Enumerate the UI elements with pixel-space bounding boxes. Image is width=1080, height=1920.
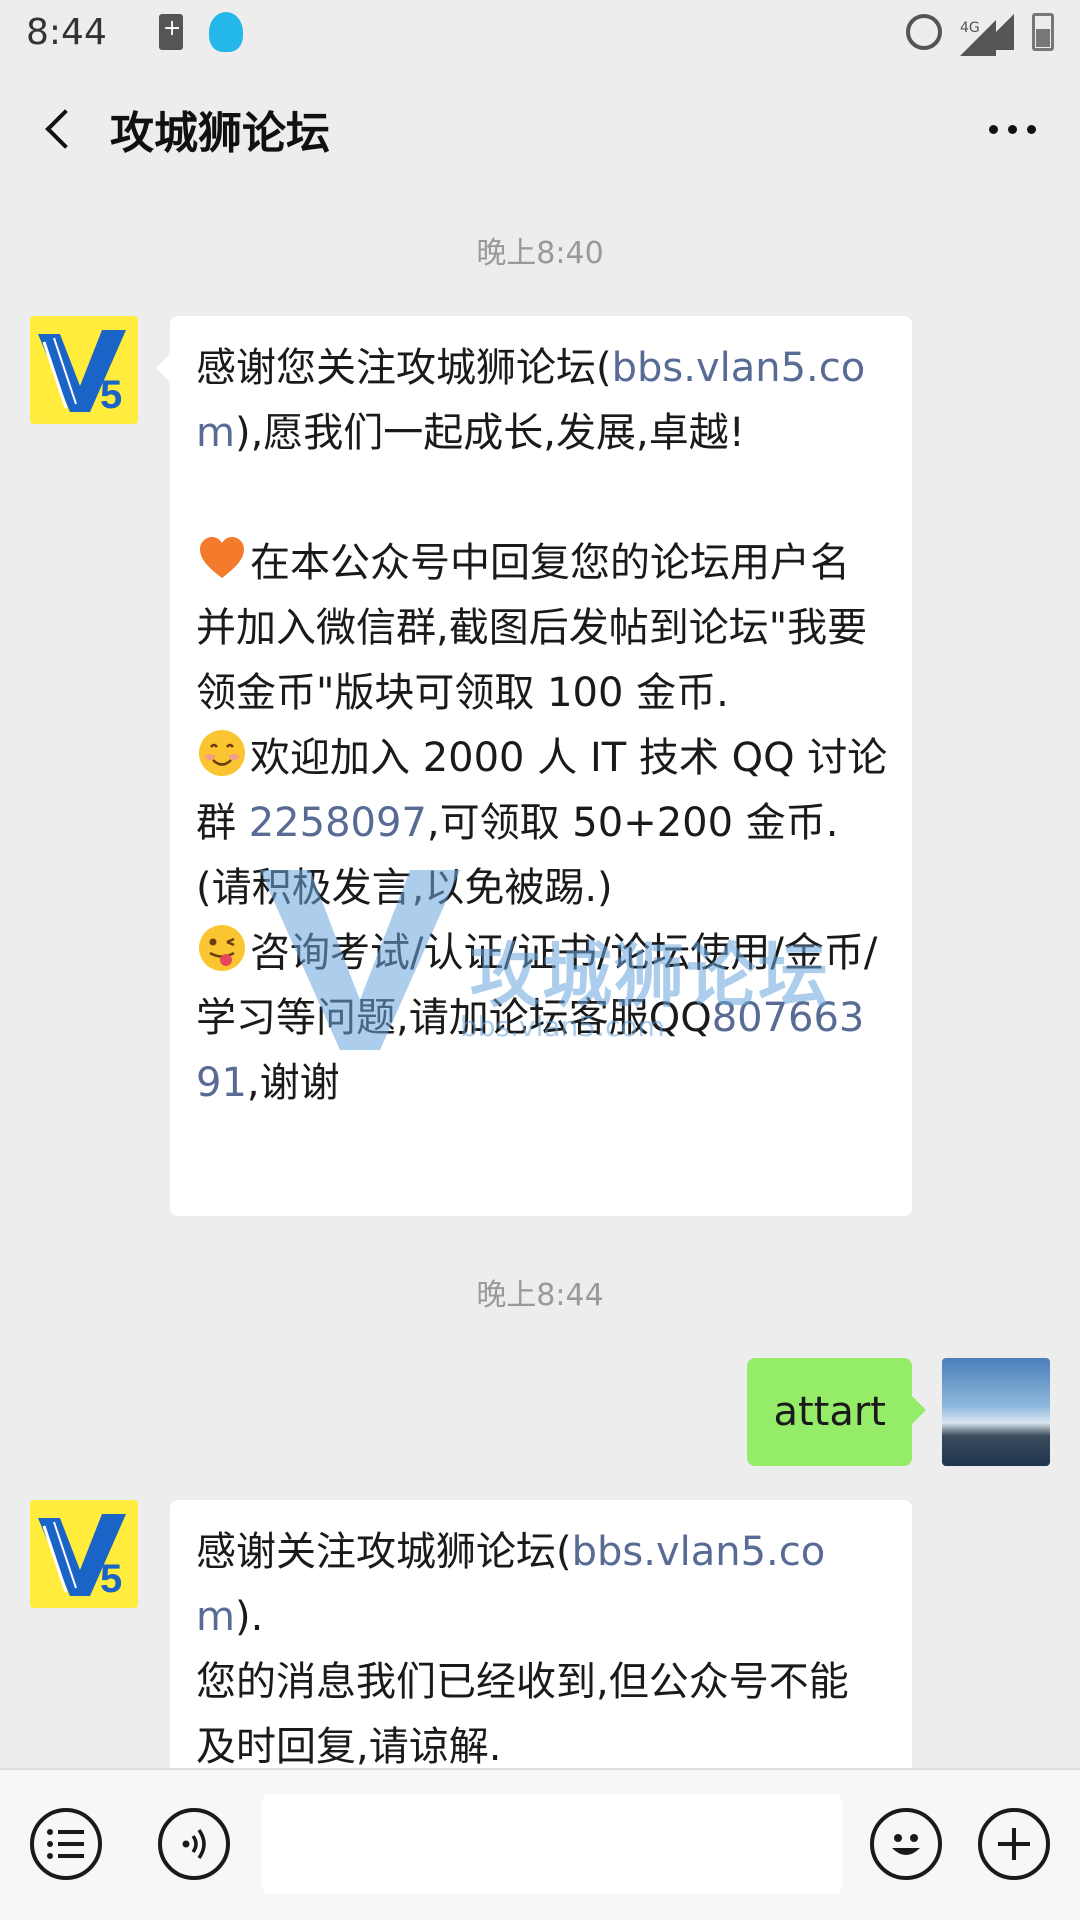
voice-input-button[interactable] [158,1808,230,1880]
plus-icon [998,1828,1030,1860]
status-time: 8:44 [26,11,107,53]
qq-notification-icon [208,12,243,52]
svg-text:5: 5 [100,1557,122,1601]
v5-logo-icon: 5 [30,1500,138,1608]
message-input[interactable] [262,1794,842,1894]
alarm-icon [906,14,942,50]
smiling-face-icon [199,730,245,776]
user-avatar[interactable] [942,1358,1050,1466]
chat-input-bar [0,1768,1080,1920]
status-bar: 8:44 4G [0,0,1080,64]
more-options-button[interactable] [989,124,1036,134]
emoji-icon [892,1834,920,1855]
menu-toggle-button[interactable] [30,1808,102,1880]
battery-saver-icon [158,14,183,50]
timestamp: 晚上8:44 [476,1278,604,1313]
message-bubble-incoming: 感谢您关注攻城狮论坛(bbs.vlan5.com),愿我们一起成长,发展,卓越!… [156,316,912,1216]
chat-header: 攻城狮论坛 [0,64,1080,194]
signal-icon [978,14,1014,50]
chat-title: 攻城狮论坛 [110,108,330,159]
chevron-left-icon [45,109,85,149]
official-account-avatar[interactable]: 5 [30,316,138,424]
orange-heart-icon [200,537,244,578]
qq-group-link[interactable]: 2258097 [249,800,427,846]
list-menu-icon [47,1829,84,1859]
svg-text:5: 5 [100,373,122,417]
back-button[interactable] [10,79,110,179]
emoji-button[interactable] [870,1808,942,1880]
battery-icon [1032,13,1054,51]
message-bubble-outgoing: attart [747,1358,926,1466]
official-account-avatar[interactable]: 5 [30,1500,138,1608]
winking-tongue-face-icon [199,925,245,971]
more-dots-icon [989,124,998,134]
v5-logo-icon: 5 [30,316,138,424]
timestamp: 晚上8:40 [476,236,604,271]
voice-icon [182,1828,206,1860]
more-functions-button[interactable] [978,1808,1050,1880]
message-bubble-incoming: 感谢关注攻城狮论坛(bbs.vlan5.com). 您的消息我们已经收到,但公众… [170,1500,912,1780]
